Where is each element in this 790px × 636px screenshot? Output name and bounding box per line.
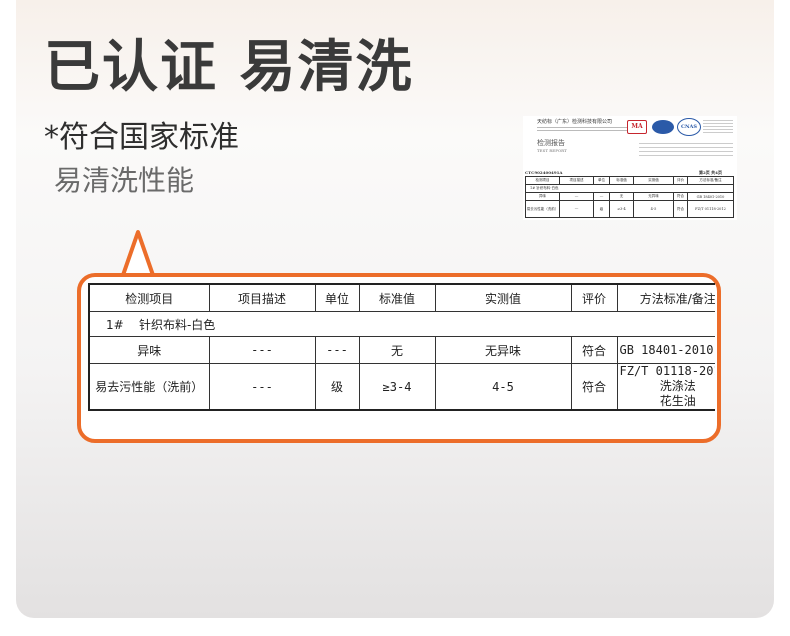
mini-th: 方法标准/备注: [687, 176, 734, 185]
mini-cell: 异味: [525, 192, 560, 201]
test-results-table: 检测项目 项目描述 单位 标准值 实测值 评价 方法标准/备注 1# 针织布料-…: [88, 283, 715, 411]
table-cell: 异味: [88, 336, 210, 364]
table-cell: 无异味: [434, 336, 572, 364]
method-standard: FZ/T 01118-2012: [619, 364, 716, 378]
mini-th: 单位: [593, 176, 610, 185]
table-cell: ---: [314, 336, 360, 364]
mini-cell: 无: [609, 192, 634, 201]
report-company-en-lines: [537, 125, 627, 133]
column-header: 项目描述: [208, 283, 316, 312]
sample-number: 1#: [106, 317, 124, 332]
feature-label: 易清洗性能: [54, 164, 195, 197]
report-company: 天纺标（广东）检测科技有限公司: [537, 119, 613, 125]
standard-note: *符合国家标准: [44, 120, 239, 155]
table-cell: 4-5: [434, 363, 572, 411]
column-header: 评价: [570, 283, 618, 312]
mini-cell: GB 18401-2010: [687, 192, 734, 201]
report-header: 天纺标（广东）检测科技有限公司 检测报告 TEST REPORT MA CNAS: [523, 116, 737, 168]
table-cell: GB 18401-2010: [616, 336, 715, 364]
column-header: 检测项目: [88, 283, 210, 312]
mini-th: 标准值: [609, 176, 634, 185]
column-header: 方法标准/备注: [616, 283, 715, 312]
table-cell: FZ/T 01118-2012 洗涤法 花生油: [616, 363, 716, 411]
ilac-logo-icon: [652, 120, 674, 134]
mini-cell: 符合: [673, 192, 688, 201]
report-mini-table: 检测项目 项目描述 单位 标准值 实测值 评价 方法标准/备注 1# 针织布料-…: [525, 176, 734, 218]
table-row: 1# 针织布料-白色: [88, 311, 715, 337]
table-row: 易去污性能（洗前） --- 级 ≥3-4 4-5 符合 FZ/T 01118-2…: [88, 363, 716, 411]
mini-cell: ---: [559, 200, 594, 218]
report-side-lines: [703, 118, 733, 135]
table-cell: 级: [314, 363, 360, 411]
column-header: 实测值: [434, 283, 572, 312]
mini-cell: 4-5: [633, 200, 674, 218]
mini-cell: ---: [593, 192, 610, 201]
magnified-table-viewport: 检测项目 项目描述 单位 标准值 实测值 评价 方法标准/备注 1# 针织布料-…: [88, 283, 715, 411]
mini-th: 实测值: [633, 176, 674, 185]
table-cell: ---: [208, 336, 316, 364]
report-address-lines: [639, 140, 733, 159]
page-title: 已认证 易清洗: [44, 35, 414, 100]
mini-th: 项目描述: [559, 176, 594, 185]
report-title-en: TEST REPORT: [537, 148, 567, 153]
table-cell: 符合: [570, 363, 618, 411]
column-header: 标准值: [358, 283, 436, 312]
report-number: CTC902400491A: [525, 170, 563, 175]
mini-sample-row: 1# 针织布料-白色: [525, 184, 734, 193]
mini-cell: 级: [593, 200, 610, 218]
sample-row: 1# 针织布料-白色: [88, 311, 715, 337]
sample-description: 针织布料-白色: [138, 317, 216, 332]
mini-cell: ---: [559, 192, 594, 201]
mini-cell: 易去污性能（洗前）: [525, 200, 560, 218]
mini-cell: 无异味: [633, 192, 674, 201]
mini-th: 检测项目: [525, 176, 560, 185]
method-note: 花生油: [659, 394, 696, 408]
table-cell: 符合: [570, 336, 618, 364]
mini-th: 评价: [673, 176, 688, 185]
ma-logo-icon: MA: [627, 120, 647, 134]
cnas-logo-icon: CNAS: [677, 118, 701, 136]
table-header-row: 检测项目 项目描述 单位 标准值 实测值 评价 方法标准/备注: [88, 283, 715, 312]
report-title: 检测报告: [537, 139, 565, 147]
table-row: 异味 --- --- 无 无异味 符合 GB 18401-2010: [88, 336, 715, 364]
mini-cell: 符合: [673, 200, 688, 218]
table-cell: 无: [358, 336, 436, 364]
table-cell: ---: [208, 363, 316, 411]
method-note: 洗涤法: [659, 379, 696, 393]
column-header: 单位: [314, 283, 360, 312]
mini-cell: ≥3-4: [609, 200, 634, 218]
test-report-thumbnail: 天纺标（广东）检测科技有限公司 检测报告 TEST REPORT MA CNAS…: [523, 116, 737, 220]
table-cell: 易去污性能（洗前）: [88, 363, 210, 411]
table-cell: ≥3-4: [358, 363, 436, 411]
mini-cell: FZ/T 01118-2012: [687, 200, 734, 218]
